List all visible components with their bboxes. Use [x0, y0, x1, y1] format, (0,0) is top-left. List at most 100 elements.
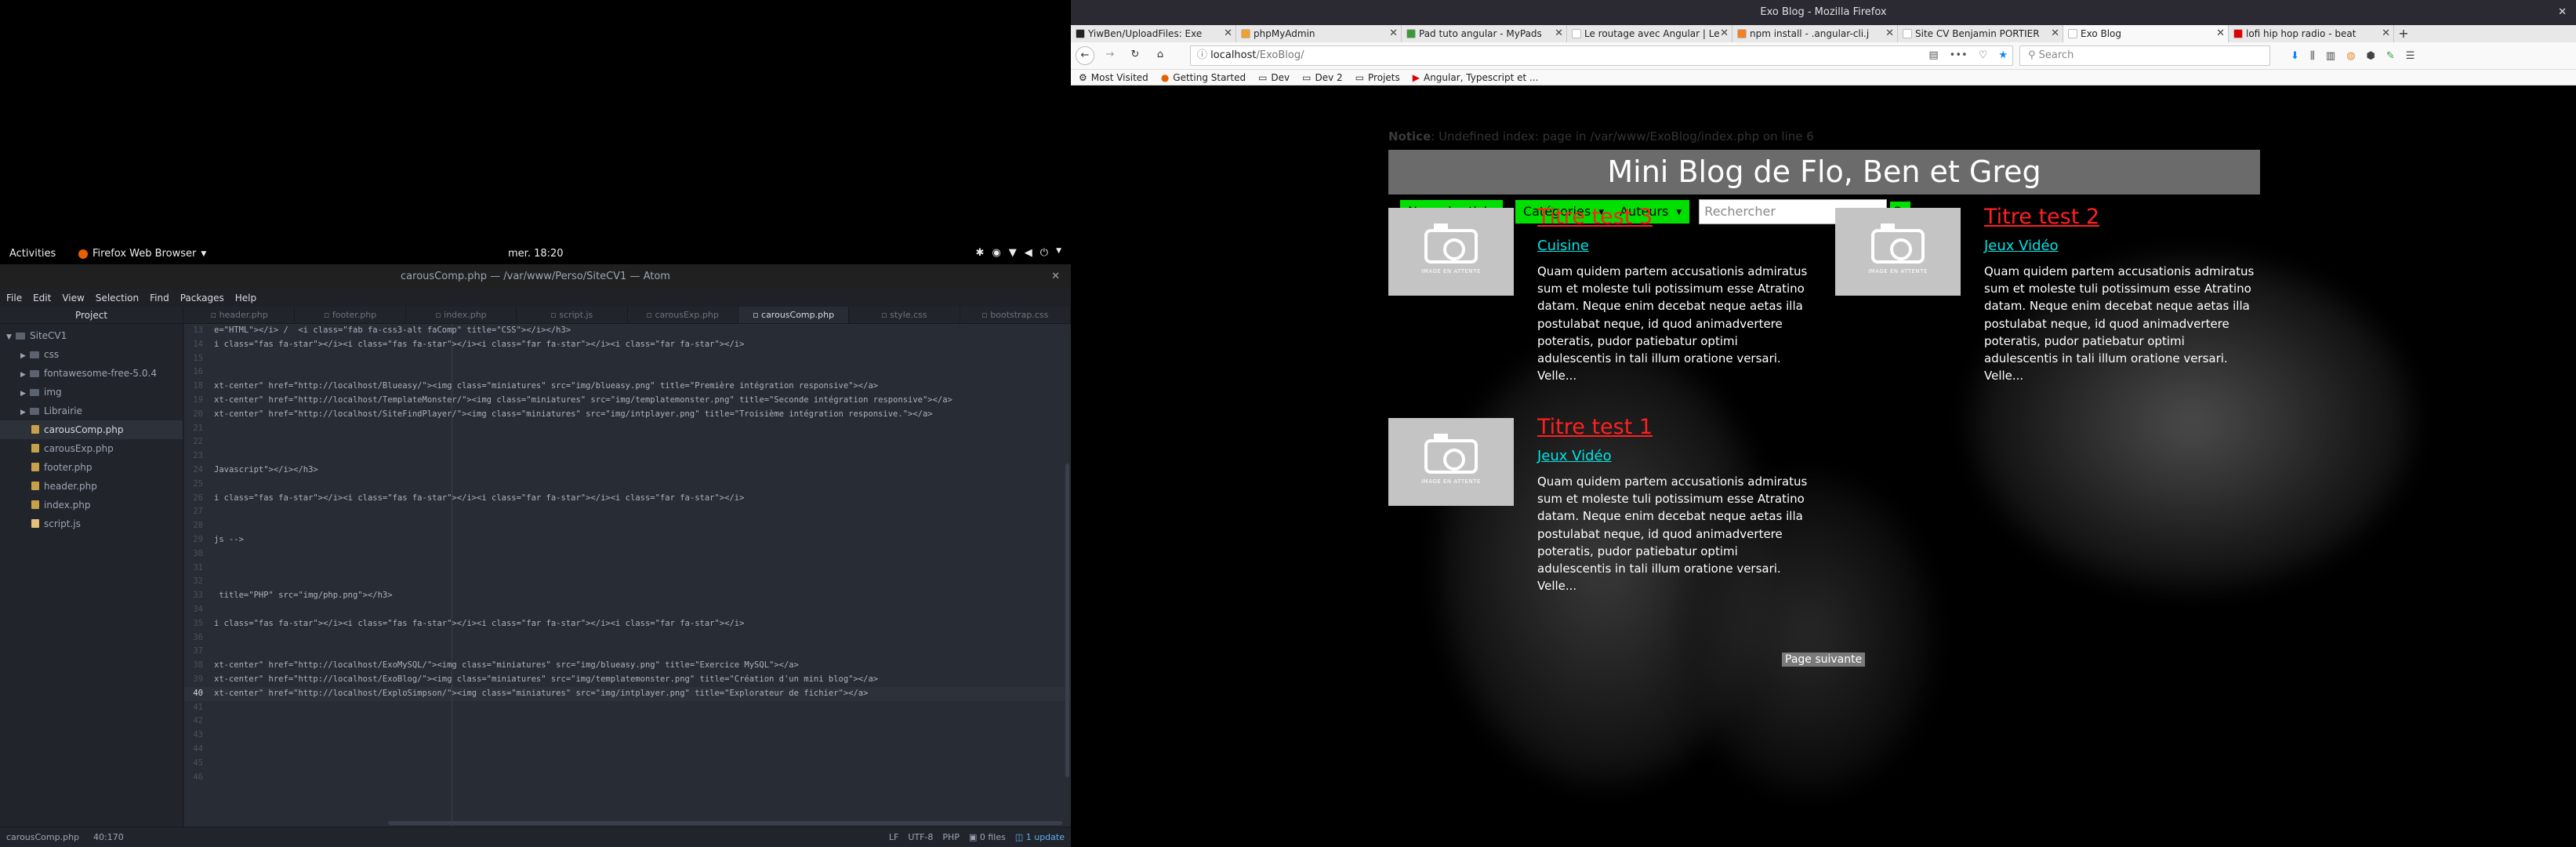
close-tab-icon[interactable]: ✕: [2215, 25, 2225, 42]
code-line[interactable]: 20 xt-center" href="http://localhost/Site…: [184, 408, 1071, 422]
code-line[interactable]: 39 xt-center" href="http://localhost/ExoB…: [184, 673, 1071, 687]
code-line[interactable]: 16: [184, 365, 1071, 380]
info-icon[interactable]: ⓘ: [1197, 49, 1210, 61]
status-files[interactable]: ▣ 0 files: [969, 832, 1006, 842]
browser-tab[interactable]: Le routage avec Angular | Le ✕: [1567, 25, 1732, 42]
browser-tab[interactable]: Pad tuto angular - MyPads ✕: [1402, 25, 1567, 42]
close-tab-icon[interactable]: ✕: [1222, 25, 1232, 42]
tree-item[interactable]: header.php: [0, 477, 183, 496]
code-line[interactable]: 14 i class="fas fa-star"></i><i class="fa…: [184, 338, 1071, 352]
code-line[interactable]: 32: [184, 575, 1071, 589]
close-icon[interactable]: ✕: [2558, 0, 2567, 25]
library-icon[interactable]: ⫼: [2310, 50, 2315, 62]
page-actions-icon[interactable]: •••: [1950, 46, 1968, 65]
status-encoding[interactable]: UTF-8: [908, 832, 933, 842]
browser-tab[interactable]: phpMyAdmin ✕: [1236, 25, 1402, 42]
code-line[interactable]: 44: [184, 743, 1071, 757]
tree-item[interactable]: carousComp.php: [0, 420, 183, 439]
browser-tab[interactable]: Exo Blog ✕: [2063, 25, 2229, 42]
menu-item-edit[interactable]: Edit: [33, 293, 51, 304]
status-grammar[interactable]: PHP: [942, 832, 960, 842]
tree-item[interactable]: ▼ SiteCV1: [0, 326, 183, 345]
code-line[interactable]: 24 Javascript"></i></h3>: [184, 463, 1071, 478]
code-line[interactable]: 33 title="PHP" src="img/php.png"></h3>: [184, 589, 1071, 603]
close-icon[interactable]: ✕: [1051, 264, 1060, 289]
system-tray[interactable]: ✱ ◉ ▼ ◀ ⏻ ▼: [976, 247, 1061, 259]
post-title[interactable]: Titre test 1: [1537, 413, 1812, 442]
back-button[interactable]: ←: [1076, 46, 1094, 65]
clock[interactable]: mer. 18:20: [508, 248, 564, 260]
tree-item[interactable]: ▶ img: [0, 383, 183, 402]
app-menu[interactable]: Firefox Web Browser ▼: [78, 248, 206, 260]
search-input[interactable]: ⚲ Search: [2019, 45, 2270, 66]
editor-tab[interactable]: ▫ script.js: [517, 307, 628, 323]
code-line[interactable]: 37: [184, 645, 1071, 659]
post-title[interactable]: Titre test 3: [1537, 203, 1812, 231]
code-line[interactable]: 27: [184, 505, 1071, 519]
code-line[interactable]: 43: [184, 729, 1071, 743]
code-line[interactable]: 29 js -->: [184, 533, 1071, 547]
vertical-scrollbar[interactable]: [1065, 463, 1069, 777]
volume-icon[interactable]: ◀: [1025, 247, 1032, 259]
post-title[interactable]: Titre test 2: [1984, 203, 2259, 231]
menu-item-help[interactable]: Help: [235, 293, 256, 304]
editor-tab[interactable]: ▫ bootstrap.css: [960, 307, 1071, 323]
bookmark-item[interactable]: ● Getting Started: [1161, 70, 1246, 85]
accessibility-icon[interactable]: ✱: [976, 247, 985, 259]
close-tab-icon[interactable]: ✕: [1718, 25, 1729, 42]
menu-item-view[interactable]: View: [62, 293, 84, 304]
editor-tab[interactable]: ▫ carousComp.php: [738, 307, 850, 323]
chevron-down-icon[interactable]: ▼: [1056, 247, 1061, 259]
tree-item[interactable]: index.php: [0, 496, 183, 514]
code-line[interactable]: 42: [184, 714, 1071, 729]
browser-tab[interactable]: Site CV Benjamin PORTIER ✕: [1898, 25, 2063, 42]
browser-tab[interactable]: lofi hip hop radio - beat ✕: [2229, 25, 2394, 42]
menu-icon[interactable]: ☰: [2406, 50, 2415, 62]
browser-tab[interactable]: npm install - .angular-cli.j ✕: [1732, 25, 1898, 42]
editor-tab[interactable]: ▫ style.css: [849, 307, 960, 323]
code-line[interactable]: 31: [184, 562, 1071, 576]
menu-item-find[interactable]: Find: [150, 293, 169, 304]
code-line[interactable]: 15: [184, 352, 1071, 366]
code-line[interactable]: 19 xt-center" href="http://localhost/Temp…: [184, 394, 1071, 408]
tree-item[interactable]: footer.php: [0, 458, 183, 477]
bookmark-star-icon[interactable]: ★: [1998, 46, 2008, 65]
browser-tab[interactable]: YiwBen/UploadFiles: Exe ✕: [1071, 25, 1236, 42]
new-tab-button[interactable]: +: [2394, 25, 2413, 42]
status-eol[interactable]: LF: [889, 832, 898, 842]
power-icon[interactable]: ⏻: [1040, 247, 1048, 259]
url-bar[interactable]: ⓘ localhost/ExoBlog/ ▤ ••• ♡ ★: [1190, 45, 2013, 66]
status-cursor[interactable]: 40:170: [93, 832, 124, 842]
horizontal-scrollbar[interactable]: [388, 821, 1062, 825]
close-tab-icon[interactable]: ✕: [2380, 25, 2390, 42]
code-line[interactable]: 38 xt-center" href="http://localhost/ExoM…: [184, 659, 1071, 673]
close-tab-icon[interactable]: ✕: [1884, 25, 1894, 42]
code-line[interactable]: 26 i class="fas fa-star"></i><i class="fa…: [184, 492, 1071, 506]
code-line[interactable]: 36: [184, 631, 1071, 645]
editor-tab[interactable]: ▫ header.php: [184, 307, 296, 323]
forward-button[interactable]: →: [1101, 46, 1119, 65]
close-tab-icon[interactable]: ✕: [2049, 25, 2059, 42]
menu-item-packages[interactable]: Packages: [180, 293, 224, 304]
sidebar-icon[interactable]: ▥: [2326, 50, 2335, 62]
code-line[interactable]: 46: [184, 771, 1071, 785]
code-line[interactable]: 23: [184, 449, 1071, 463]
post-category[interactable]: Jeux Vidéo: [1984, 236, 2259, 256]
tree-item[interactable]: ▶ css: [0, 345, 183, 364]
close-tab-icon[interactable]: ✕: [1388, 25, 1398, 42]
bookmark-item[interactable]: ⚙ Most Visited: [1079, 70, 1148, 85]
menu-item-file[interactable]: File: [6, 293, 22, 304]
reload-button[interactable]: ↻: [1126, 46, 1145, 65]
pocket-icon[interactable]: ♡: [1979, 46, 1988, 65]
code-editor[interactable]: ▫ header.php ▫ footer.php ▫ index.php ▫ scr…: [184, 307, 1071, 827]
extension-icon[interactable]: ◍: [2346, 50, 2355, 62]
tree-item[interactable]: carousExp.php: [0, 439, 183, 458]
bookmark-item[interactable]: ▭ Dev: [1258, 70, 1290, 85]
code-line[interactable]: 30: [184, 547, 1071, 562]
code-line[interactable]: 21: [184, 422, 1071, 436]
home-button[interactable]: ⌂: [1151, 46, 1170, 65]
code-line[interactable]: 13 e="HTML"></i> / <i class="fab fa-css3-…: [184, 324, 1071, 338]
code-line[interactable]: 25: [184, 478, 1071, 492]
extension2-icon[interactable]: ⬢: [2367, 50, 2375, 62]
code-line[interactable]: 18 xt-center" href="http://localhost/Blue…: [184, 380, 1071, 394]
